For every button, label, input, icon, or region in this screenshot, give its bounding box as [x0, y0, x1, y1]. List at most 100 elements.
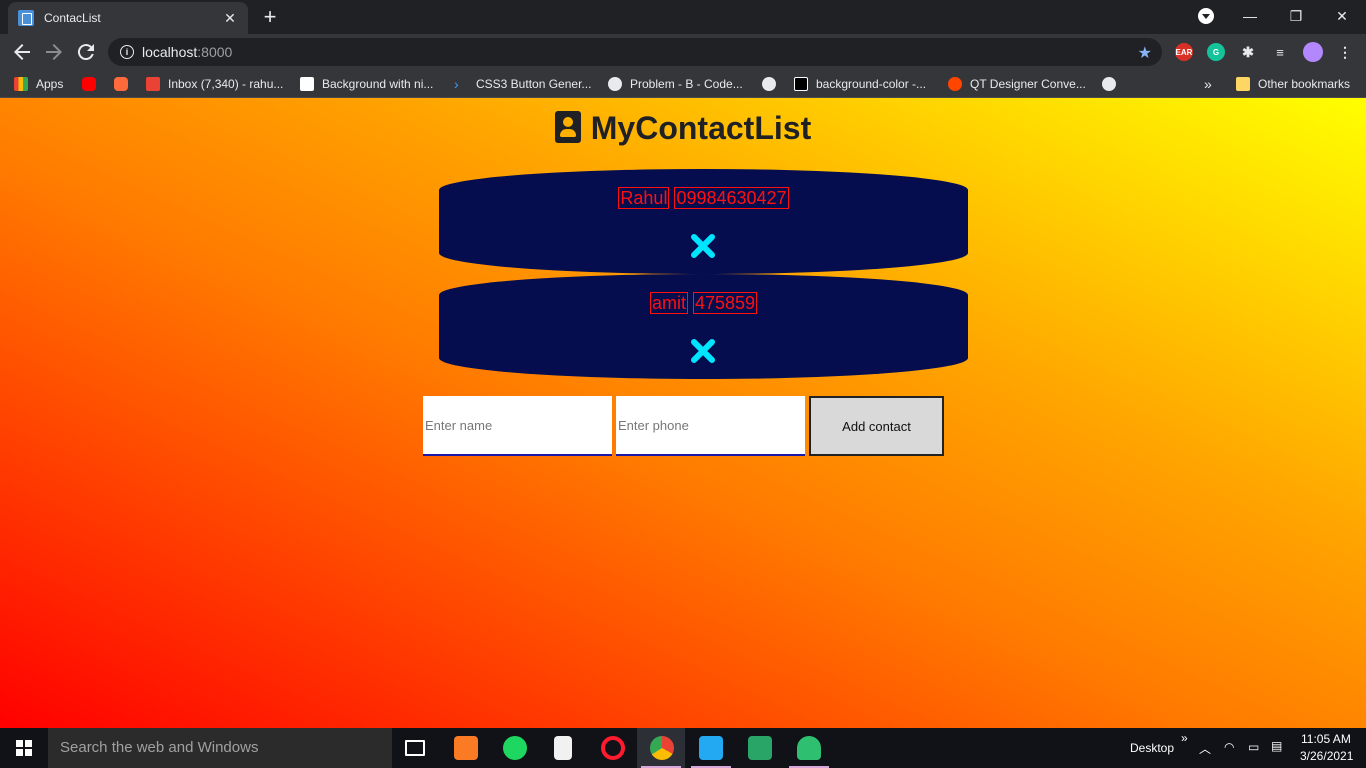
- taskbar-search[interactable]: Search the web and Windows: [48, 728, 392, 768]
- bookmark-label: CSS3 Button Gener...: [476, 77, 592, 91]
- bookmark-label: Background with ni...: [322, 77, 434, 91]
- task-view-icon[interactable]: [405, 740, 425, 756]
- wifi-icon[interactable]: ◠: [1224, 740, 1234, 754]
- xampp-icon[interactable]: [454, 736, 478, 760]
- add-contact-button[interactable]: Add contact: [809, 396, 944, 456]
- other-bookmarks-label: Other bookmarks: [1258, 77, 1351, 91]
- back-button[interactable]: [10, 40, 34, 64]
- reload-button[interactable]: [74, 40, 98, 64]
- back-arrow-icon: [14, 44, 30, 60]
- bookmark-qt-designer[interactable]: QT Designer Conve...: [948, 75, 1086, 93]
- extension-orange-icon: [114, 77, 128, 91]
- tab-close-icon[interactable]: ✕: [222, 10, 238, 26]
- url-host: localhost: [142, 44, 198, 60]
- address-bar[interactable]: i localhost :8000 ★: [108, 38, 1162, 66]
- contact-phone: 09984630427: [674, 187, 789, 209]
- other-bookmarks[interactable]: Other bookmarks: [1236, 75, 1350, 93]
- app-heading: MyContactList: [0, 110, 1366, 147]
- rocket-app-icon[interactable]: [797, 736, 821, 760]
- bookmark-label: Inbox (7,340) - rahu...: [168, 77, 284, 91]
- app-page: MyContactList Rahul 09984630427 amit 475…: [0, 98, 1366, 728]
- vscode-icon[interactable]: [699, 736, 723, 760]
- battery-icon[interactable]: ▭: [1248, 740, 1259, 754]
- spotify-icon[interactable]: [503, 736, 527, 760]
- start-button[interactable]: [0, 728, 48, 768]
- clock-date[interactable]: 3/26/2021: [1300, 749, 1353, 763]
- bookmark-label: Apps: [36, 77, 64, 91]
- bookmark-label: background-color -...: [816, 77, 927, 91]
- bookmarks-bar: Apps Inbox (7,340) - rahu... Background …: [0, 70, 1366, 98]
- reload-icon: [77, 44, 94, 61]
- contact-card: amit 475859: [439, 274, 968, 379]
- close-window-button[interactable]: ✕: [1320, 4, 1364, 28]
- file-icon[interactable]: [554, 736, 572, 760]
- windows-taskbar: Search the web and Windows Desktop » ︿ ◠…: [0, 728, 1366, 768]
- bookmark-youtube[interactable]: [82, 75, 104, 93]
- opera-icon[interactable]: [601, 736, 625, 760]
- tray-chevron-icon[interactable]: »: [1181, 731, 1188, 745]
- browser-menu-icon[interactable]: ⋮: [1336, 43, 1354, 61]
- contact-phone: 475859: [692, 292, 758, 314]
- tab-search-icon[interactable]: [1198, 8, 1214, 24]
- name-input[interactable]: [423, 396, 612, 456]
- bookmark-globe[interactable]: [762, 75, 784, 93]
- bookmark-apps[interactable]: Apps: [14, 75, 63, 93]
- minimize-button[interactable]: —: [1228, 4, 1272, 28]
- bookmark-globe-2[interactable]: [1102, 75, 1124, 93]
- youtube-icon: [82, 77, 96, 91]
- browser-tab[interactable]: ContacList ✕: [8, 2, 248, 34]
- kite-icon[interactable]: [748, 736, 772, 760]
- delete-contact-button[interactable]: [690, 338, 716, 364]
- ear-extension-icon[interactable]: EAR: [1175, 43, 1193, 61]
- browser-toolbar: i localhost :8000 ★ EAR G ✱ ≡ ⋮: [0, 34, 1366, 70]
- forward-arrow-icon: [46, 44, 62, 60]
- tab-title: ContacList: [44, 11, 101, 25]
- bookmark-background-color[interactable]: background-color -...: [794, 75, 926, 93]
- grammarly-extension-icon[interactable]: G: [1207, 43, 1225, 61]
- restore-button[interactable]: ❐: [1274, 4, 1318, 28]
- contact-info: Rahul 09984630427: [439, 187, 968, 209]
- contact-name: Rahul: [618, 187, 670, 209]
- show-hidden-icons-icon[interactable]: ︿: [1199, 740, 1211, 757]
- forward-button[interactable]: [42, 40, 66, 64]
- chevron-logo-icon: ›: [454, 76, 459, 92]
- contact-name: amit: [649, 292, 688, 314]
- address-book-icon: [554, 111, 581, 143]
- contact-info: amit 475859: [439, 292, 968, 314]
- bookmark-background-ni[interactable]: Background with ni...: [300, 75, 433, 93]
- bookmarks-overflow-button[interactable]: »: [1204, 75, 1212, 93]
- url-port: :8000: [197, 44, 233, 60]
- bookmark-gmail[interactable]: Inbox (7,340) - rahu...: [146, 75, 283, 93]
- close-x-icon: [691, 234, 715, 258]
- apps-grid-icon: [14, 77, 28, 91]
- clock-time[interactable]: 11:05 AM: [1301, 732, 1351, 746]
- tab-strip: ContacList ✕ + — ❐ ✕: [0, 0, 1366, 34]
- profile-avatar[interactable]: [1303, 42, 1323, 62]
- bookmark-css3-button[interactable]: › CSS3 Button Gener...: [454, 75, 591, 93]
- delete-contact-button[interactable]: [690, 233, 716, 259]
- site-info-icon[interactable]: i: [120, 45, 134, 59]
- contact-favicon-icon: [18, 10, 34, 26]
- globe-icon: [1102, 77, 1116, 91]
- gmail-icon: [146, 77, 160, 91]
- close-x-icon: [691, 339, 715, 363]
- bookmark-label: QT Designer Conve...: [970, 77, 1086, 91]
- new-tab-button[interactable]: +: [258, 6, 282, 30]
- chrome-icon[interactable]: [650, 736, 674, 760]
- bookmark-problem-b[interactable]: Problem - B - Code...: [608, 75, 743, 93]
- globe-icon: [608, 77, 622, 91]
- extensions-puzzle-icon[interactable]: ✱: [1239, 43, 1257, 61]
- action-center-icon[interactable]: ▤: [1271, 739, 1282, 753]
- media-queue-icon[interactable]: ≡: [1271, 43, 1289, 61]
- folder-icon: [1236, 77, 1250, 91]
- contact-card: Rahul 09984630427: [439, 169, 968, 274]
- windows-logo-icon: [16, 740, 32, 756]
- bookmark-extension[interactable]: [114, 75, 136, 93]
- bookmark-star-icon[interactable]: ★: [1138, 43, 1152, 63]
- app-title: MyContactList: [590, 110, 812, 146]
- desktop-toolbar-label[interactable]: Desktop: [1130, 741, 1174, 755]
- globe-icon: [762, 77, 776, 91]
- bookmark-label: Problem - B - Code...: [630, 77, 743, 91]
- site-logo-icon: [794, 77, 808, 91]
- phone-input[interactable]: [616, 396, 805, 456]
